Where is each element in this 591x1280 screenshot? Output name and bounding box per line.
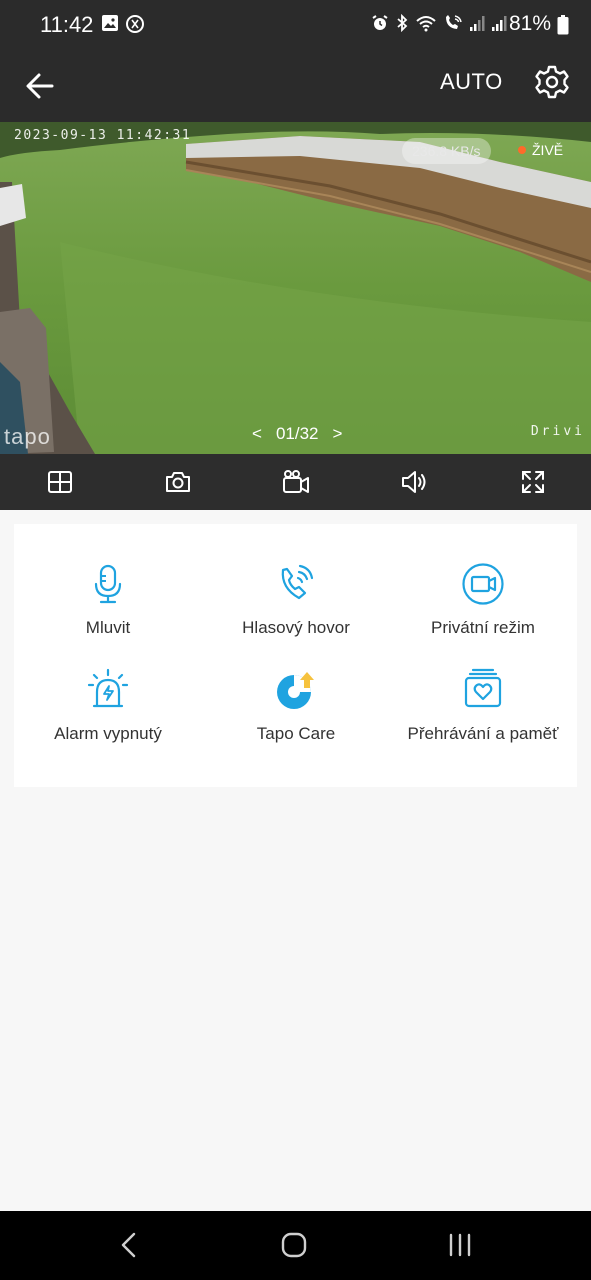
battery-percent: 81% [508, 12, 551, 35]
alarm-label: Alarm vypnutý [54, 724, 162, 743]
system-nav-bar [0, 1211, 591, 1280]
volume-icon[interactable] [400, 468, 428, 496]
next-camera-button[interactable]: > [332, 424, 342, 444]
voice-call-label: Hlasový hovor [242, 618, 350, 637]
privacy-mode-button[interactable]: Privátní režim [389, 562, 577, 638]
app-bar: AUTO [0, 52, 591, 122]
camera-toolbar [0, 454, 591, 510]
camera-live-view[interactable]: 2023-09-13 11:42:31 236.8 KB/s ŽIVĚ tapo… [0, 122, 591, 454]
live-indicator: ŽIVĚ [518, 142, 563, 158]
camera-icon [462, 563, 504, 605]
prev-camera-button[interactable]: < [252, 424, 262, 444]
microphone-icon [94, 564, 122, 604]
camera-timestamp: 2023-09-13 11:42:31 [14, 128, 192, 143]
snapshot-icon[interactable] [164, 468, 192, 496]
fullscreen-icon[interactable] [519, 468, 547, 496]
playback-memory-button[interactable]: Přehrávání a paměť [389, 668, 577, 744]
live-dot [518, 146, 526, 154]
status-bar: 11:42 81% [0, 0, 591, 52]
bluetooth-icon [397, 14, 408, 32]
voice-call-button[interactable]: Hlasový hovor [202, 562, 390, 638]
live-label: ŽIVĚ [532, 142, 564, 158]
phone-call-icon [281, 564, 314, 600]
tapo-watermark: tapo [4, 424, 51, 449]
nav-recents-icon[interactable] [447, 1232, 473, 1258]
gallery-icon [102, 15, 118, 31]
signal-icon [492, 16, 507, 31]
gear-icon[interactable] [534, 64, 570, 100]
bitrate-badge: 236.8 KB/s [402, 138, 491, 164]
grid-icon[interactable] [46, 468, 74, 496]
back-arrow-icon[interactable] [22, 66, 62, 106]
nav-home-icon[interactable] [281, 1232, 307, 1258]
feature-card: Mluvit Hlasový hovor Privátní režim Alar… [14, 524, 577, 787]
talk-button[interactable]: Mluvit [14, 562, 202, 638]
camera-pager: < 01/32 > [252, 424, 342, 444]
wifi-call-icon [446, 15, 462, 29]
camera-scene-image [0, 122, 591, 454]
nav-back-icon[interactable] [118, 1232, 140, 1258]
tapo-care-button[interactable]: Tapo Care [202, 668, 390, 744]
privacy-mode-label: Privátní režim [431, 618, 535, 637]
alarm-icon [372, 15, 388, 30]
quality-mode-button[interactable]: AUTO [440, 69, 503, 95]
tapo-care-icon [277, 672, 314, 709]
battery-icon [557, 15, 569, 35]
camera-overlay-text: Drivi [530, 424, 585, 439]
sync-icon [126, 15, 144, 33]
wifi-icon [416, 16, 436, 32]
alarm-button[interactable]: Alarm vypnutý [14, 668, 202, 744]
talk-label: Mluvit [85, 618, 131, 637]
playback-memory-label: Přehrávání a paměť [407, 724, 559, 743]
playback-memory-icon [464, 668, 502, 708]
signal-icon [470, 16, 485, 31]
camera-page-indicator: 01/32 [275, 424, 319, 443]
record-icon[interactable] [282, 468, 310, 496]
tapo-care-label: Tapo Care [256, 724, 336, 743]
clock: 11:42 [40, 12, 94, 37]
alarm-siren-icon [87, 668, 129, 708]
